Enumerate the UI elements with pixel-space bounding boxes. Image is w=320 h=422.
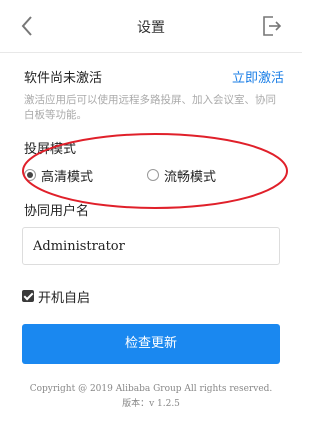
- radio-smooth-mode[interactable]: 流畅模式: [147, 166, 217, 185]
- radio-smooth-label: 流畅模式: [164, 169, 217, 185]
- radio-hd-mode[interactable]: 高清模式: [24, 166, 94, 185]
- radio-smooth-indicator[interactable]: [147, 169, 159, 181]
- activation-status: 软件尚未激活: [24, 71, 103, 86]
- page-title: 设置: [137, 20, 165, 36]
- version-text: 版本：v 1.2.5: [122, 399, 180, 409]
- activation-hint: 激活应用后可以使用远程多路投屏、加入会议室、协同白板等功能。: [24, 94, 276, 121]
- check-update-button[interactable]: 检查更新: [22, 324, 280, 364]
- collab-username-input[interactable]: [22, 227, 280, 265]
- exit-icon[interactable]: [262, 15, 282, 37]
- projection-mode-label: 投屏模式: [24, 142, 77, 157]
- copyright-text: Copyright @ 2019 Alibaba Group All right…: [29, 384, 273, 394]
- radio-hd-indicator[interactable]: [24, 169, 36, 181]
- radio-hd-label: 高清模式: [41, 169, 94, 185]
- autostart-label: 开机自启: [38, 290, 91, 306]
- autostart-checkbox[interactable]: [22, 290, 34, 302]
- collab-user-label: 协同用户名: [24, 204, 90, 219]
- autostart-option[interactable]: 开机自启: [22, 288, 91, 306]
- activate-now-link[interactable]: 立即激活: [232, 67, 284, 86]
